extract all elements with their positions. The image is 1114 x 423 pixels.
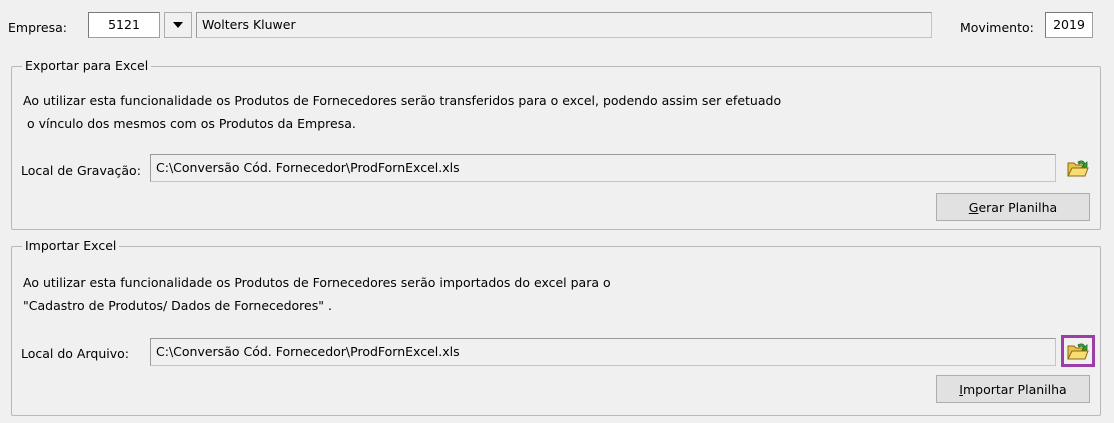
importar-group-title: Importar Excel xyxy=(22,238,120,253)
local-arquivo-label: Local do Arquivo: xyxy=(21,346,129,361)
gerar-planilha-button[interactable]: Gerar Planilha xyxy=(936,193,1090,221)
empresa-label: Empresa: xyxy=(8,20,67,35)
exportar-group-title: Exportar para Excel xyxy=(22,58,152,73)
importar-description-line1: Ao utilizar esta funcionalidade os Produ… xyxy=(23,275,611,290)
local-gravacao-field[interactable]: C:\Conversão Cód. Fornecedor\ProdFornExc… xyxy=(150,154,1056,182)
open-folder-icon xyxy=(1067,343,1089,360)
exportar-browse-button[interactable] xyxy=(1064,155,1092,181)
importar-planilha-button[interactable]: Importar Planilha xyxy=(936,375,1090,403)
local-arquivo-field[interactable]: C:\Conversão Cód. Fornecedor\ProdFornExc… xyxy=(150,338,1056,366)
importar-browse-button[interactable] xyxy=(1061,335,1095,367)
importar-description-line2: "Cadastro de Produtos/ Dados de Forneced… xyxy=(23,298,332,313)
exportar-description-line2: o vínculo dos mesmos com os Produtos da … xyxy=(23,116,356,131)
exportar-description-line1: Ao utilizar esta funcionalidade os Produ… xyxy=(23,93,782,108)
gerar-planilha-label: erar Planilha xyxy=(978,199,1058,215)
local-gravacao-label: Local de Gravação: xyxy=(21,163,141,178)
movimento-field[interactable]: 2019 xyxy=(1045,12,1093,38)
importar-planilha-label: mportar Planilha xyxy=(962,381,1067,397)
movimento-label: Movimento: xyxy=(960,20,1034,35)
chevron-down-icon xyxy=(173,22,183,28)
empresa-name-field: Wolters Kluwer xyxy=(196,12,932,38)
empresa-dropdown-button[interactable] xyxy=(164,12,192,38)
empresa-code-field[interactable]: 5121 xyxy=(88,12,160,38)
open-folder-icon xyxy=(1067,160,1089,177)
